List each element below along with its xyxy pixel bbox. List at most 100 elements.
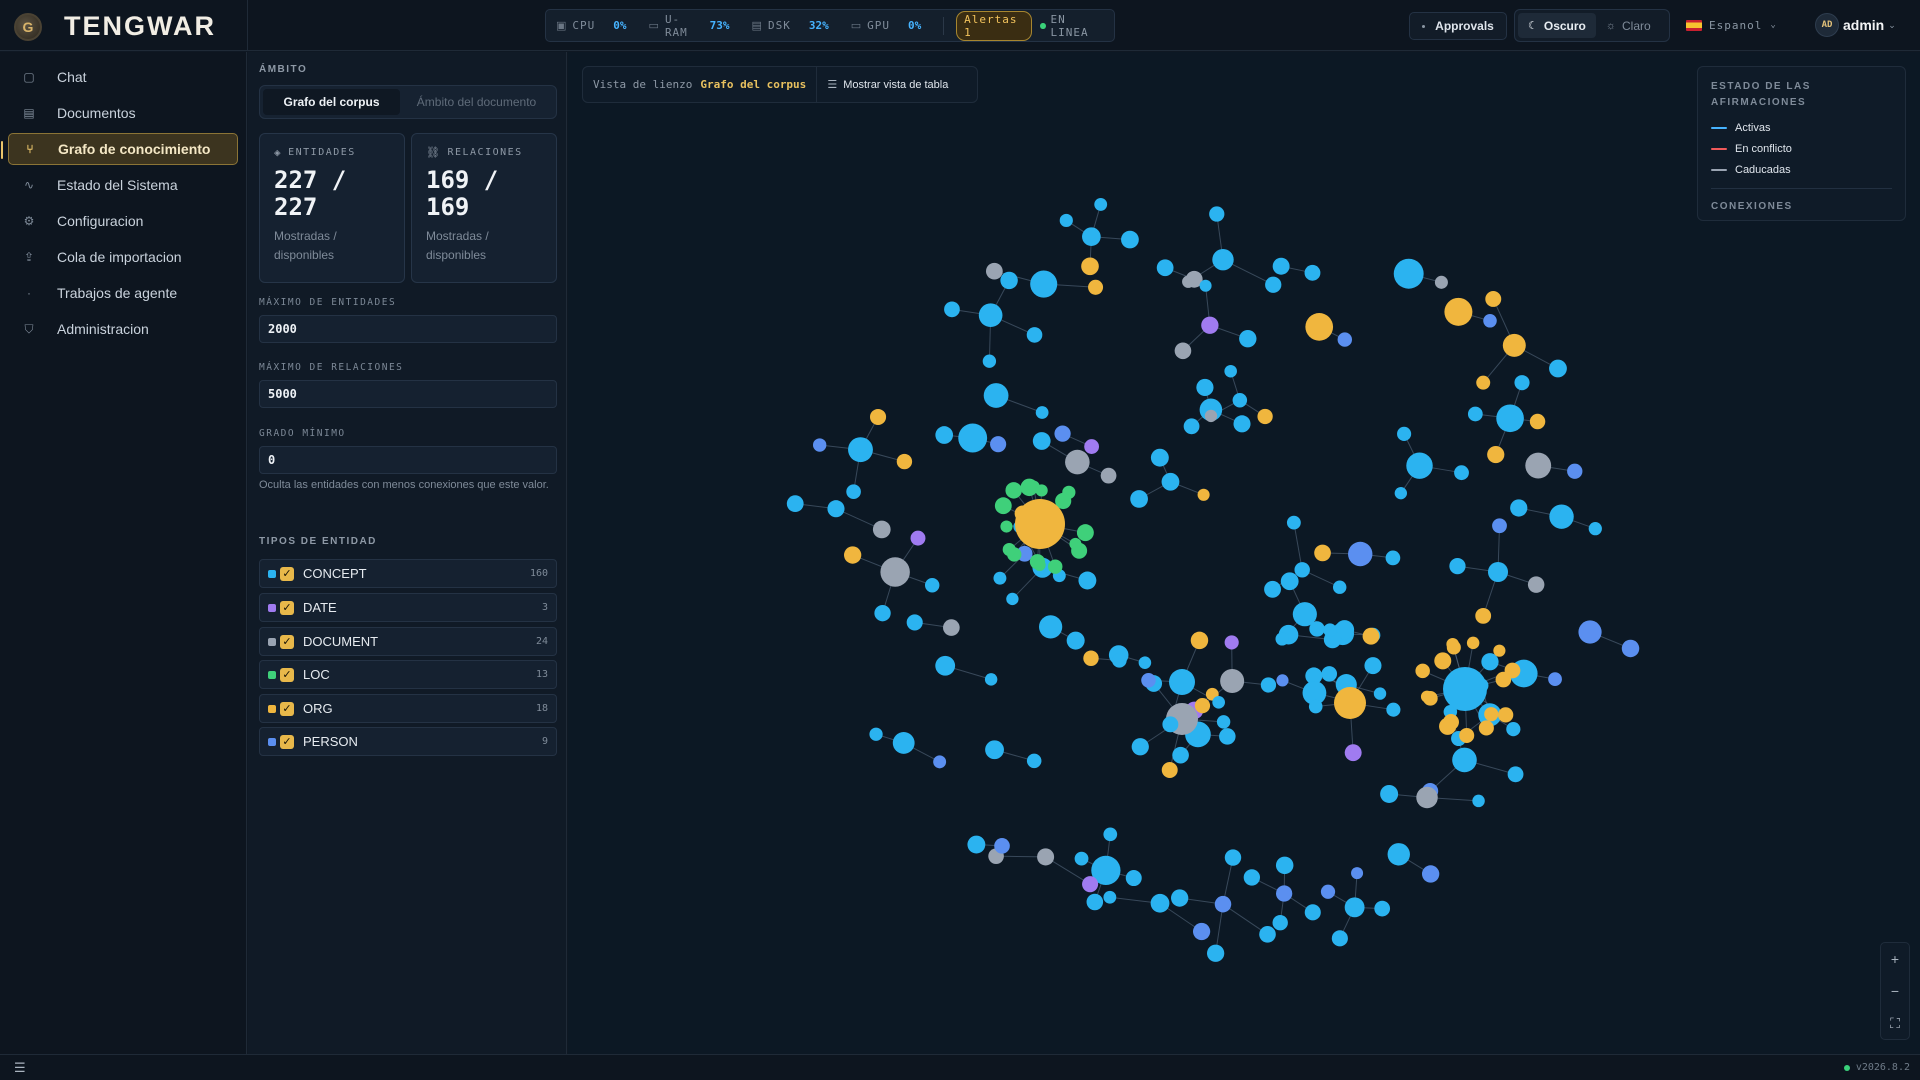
graph-node[interactable]	[1156, 259, 1174, 277]
graph-node[interactable]	[1423, 691, 1438, 706]
menu-icon[interactable]: ☰	[14, 1060, 26, 1076]
graph-node[interactable]	[1199, 279, 1212, 292]
graph-node[interactable]	[1100, 467, 1117, 484]
graph-node[interactable]	[1502, 333, 1526, 357]
graph-node[interactable]	[1493, 644, 1506, 657]
entity-type-loc[interactable]: ✓ LOC 13	[259, 660, 557, 689]
sidebar-item-system-status[interactable]: ∿ Estado del Sistema	[8, 169, 238, 201]
graph-node[interactable]	[1209, 206, 1225, 222]
graph-node[interactable]	[1094, 198, 1108, 211]
graph-node[interactable]	[1507, 766, 1524, 783]
graph-node[interactable]	[1344, 897, 1365, 918]
graph-node[interactable]	[1212, 248, 1234, 271]
graph-node[interactable]	[924, 578, 940, 593]
language-select[interactable]: Espanol ⌄	[1686, 15, 1777, 35]
graph-node[interactable]	[1351, 867, 1364, 880]
graph-node[interactable]	[1206, 944, 1225, 962]
graph-node[interactable]	[1459, 727, 1475, 743]
graph-node[interactable]	[1334, 687, 1366, 719]
graph-node[interactable]	[1588, 522, 1602, 536]
graph-node[interactable]	[1243, 869, 1260, 886]
graph-node[interactable]	[1000, 520, 1013, 533]
sidebar-item-administration[interactable]: ⛉ Administracion	[8, 313, 238, 345]
checkbox[interactable]: ✓	[280, 566, 294, 581]
graph-node[interactable]	[1434, 652, 1452, 670]
max-entities-input[interactable]: 2000	[259, 315, 557, 343]
graph-node[interactable]	[1364, 657, 1382, 675]
graph-node[interactable]	[1332, 580, 1347, 594]
graph-node[interactable]	[1035, 406, 1049, 419]
graph-node[interactable]	[1434, 275, 1448, 289]
graph-node[interactable]	[892, 732, 915, 754]
graph-node[interactable]	[1452, 747, 1477, 773]
graph-node[interactable]	[1081, 257, 1099, 276]
graph-node[interactable]	[1393, 258, 1424, 289]
graph-node[interactable]	[1078, 571, 1097, 590]
graph-node[interactable]	[1485, 290, 1502, 307]
graph-node[interactable]	[1387, 843, 1410, 866]
graph-node[interactable]	[827, 500, 845, 518]
graph-node[interactable]	[1260, 677, 1277, 693]
sidebar-item-documents[interactable]: ▤ Documentos	[8, 97, 238, 129]
graph-node[interactable]	[943, 619, 960, 636]
graph-node[interactable]	[1257, 408, 1273, 425]
graph-node[interactable]	[1304, 904, 1321, 921]
graph-node[interactable]	[1194, 697, 1211, 714]
graph-node[interactable]	[1286, 515, 1301, 530]
graph-node[interactable]	[1190, 631, 1209, 650]
graph-node[interactable]	[880, 557, 910, 587]
graph-node[interactable]	[1380, 784, 1399, 803]
graph-node[interactable]	[1362, 627, 1380, 645]
graph-node[interactable]	[1415, 663, 1430, 679]
min-degree-input[interactable]: 0	[259, 446, 557, 474]
graph-node[interactable]	[1472, 794, 1485, 808]
graph-node[interactable]	[910, 530, 926, 546]
graph-node[interactable]	[846, 484, 861, 499]
graph-node[interactable]	[1066, 631, 1085, 650]
graph-node[interactable]	[1005, 482, 1022, 499]
graph-node[interactable]	[1032, 432, 1051, 450]
graph-node[interactable]	[1514, 375, 1530, 391]
graph-node[interactable]	[1475, 607, 1492, 624]
graph-node[interactable]	[786, 495, 804, 513]
graph-node[interactable]	[1321, 666, 1338, 682]
graph-node[interactable]	[1466, 636, 1480, 650]
tab-corpus-graph[interactable]: Grafo del corpus	[263, 89, 400, 115]
graph-node[interactable]	[1035, 484, 1048, 497]
graph-node[interactable]	[1394, 487, 1408, 500]
graph-node[interactable]	[1527, 576, 1545, 593]
graph-node[interactable]	[1054, 425, 1071, 442]
graph-node[interactable]	[1348, 541, 1373, 567]
graph-node[interactable]	[1292, 602, 1317, 627]
graph-node[interactable]	[1385, 550, 1401, 566]
graph-node[interactable]	[1161, 762, 1178, 778]
graph-node[interactable]	[1086, 893, 1104, 911]
graph-node[interactable]	[1239, 330, 1257, 348]
graph-node[interactable]	[1276, 674, 1289, 687]
graph-node[interactable]	[1492, 518, 1507, 534]
alerts-badge[interactable]: Alertas 1	[956, 10, 1033, 41]
graph-node[interactable]	[1331, 930, 1348, 947]
graph-node[interactable]	[1233, 415, 1251, 433]
graph-node[interactable]	[1497, 707, 1514, 723]
graph-node[interactable]	[1170, 889, 1189, 907]
graph-node[interactable]	[1131, 738, 1149, 756]
graph-node[interactable]	[1484, 707, 1499, 722]
graph-node[interactable]	[1048, 559, 1063, 574]
graph-node[interactable]	[1174, 342, 1192, 360]
graph-node[interactable]	[1161, 472, 1180, 491]
graph-node[interactable]	[1373, 687, 1387, 700]
graph-node[interactable]	[1323, 623, 1337, 637]
graph-node[interactable]	[1112, 653, 1127, 668]
entity-type-person[interactable]: ✓ PERSON 9	[259, 727, 557, 756]
graph-node[interactable]	[1015, 499, 1065, 549]
graph-node[interactable]	[1275, 856, 1294, 875]
graph-node[interactable]	[993, 571, 1007, 585]
graph-node[interactable]	[1219, 728, 1236, 745]
graph-node[interactable]	[1212, 695, 1226, 709]
max-relations-input[interactable]: 5000	[259, 380, 557, 408]
graph-node[interactable]	[1224, 635, 1239, 650]
graph-node[interactable]	[984, 673, 998, 686]
graph-node[interactable]	[1150, 893, 1170, 913]
graph-node[interactable]	[1214, 895, 1232, 913]
